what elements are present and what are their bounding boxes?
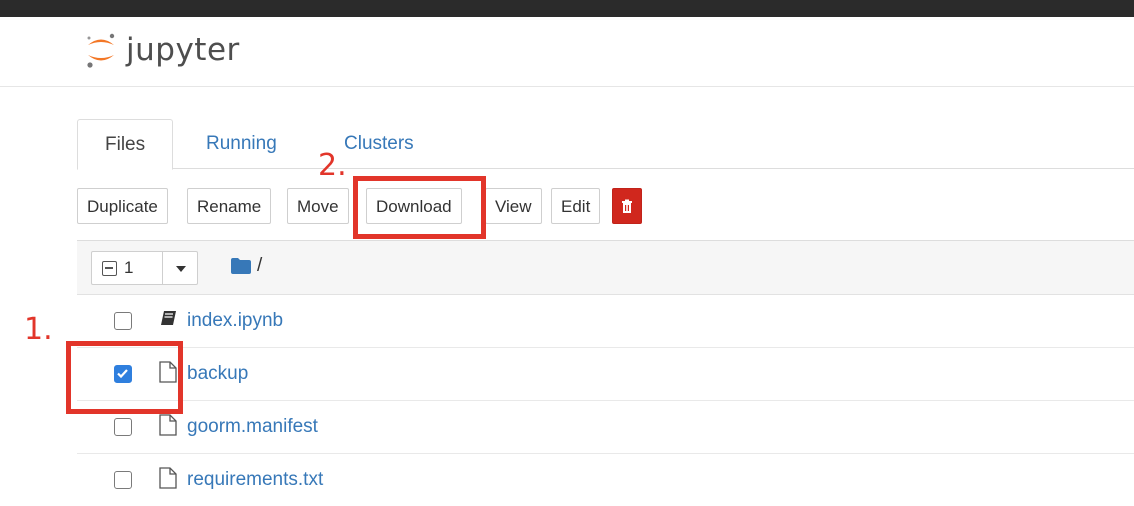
annotation-step-1-label: 1. bbox=[24, 312, 53, 347]
jupyter-logo[interactable]: jupyter bbox=[84, 26, 240, 74]
breadcrumb-root[interactable]: / bbox=[257, 255, 262, 277]
duplicate-button[interactable]: Duplicate bbox=[77, 188, 168, 224]
list-item[interactable]: requirements.txt bbox=[77, 454, 1134, 506]
browser-top-bar bbox=[0, 0, 1134, 17]
file-name[interactable]: index.ipynb bbox=[187, 310, 283, 332]
rename-button[interactable]: Rename bbox=[187, 188, 272, 224]
file-icon bbox=[159, 414, 177, 436]
folder-icon[interactable] bbox=[231, 258, 251, 274]
file-list: 1 / index.ipynb backup goorm.manifest re… bbox=[77, 240, 1134, 506]
caret-down-icon[interactable] bbox=[176, 266, 186, 272]
tab-running[interactable]: Running bbox=[179, 119, 304, 167]
annotation-highlight-checkbox bbox=[66, 341, 183, 414]
selection-dropdown-divider bbox=[162, 252, 163, 284]
file-name[interactable]: requirements.txt bbox=[187, 469, 323, 491]
jupyter-logo-text: jupyter bbox=[126, 32, 240, 68]
row-checkbox[interactable] bbox=[114, 312, 132, 330]
list-item[interactable]: backup bbox=[77, 348, 1134, 401]
tab-files[interactable]: Files bbox=[77, 119, 174, 170]
view-button[interactable]: View bbox=[485, 188, 542, 224]
jupyter-logo-icon bbox=[84, 28, 118, 72]
edit-button[interactable]: Edit bbox=[551, 188, 601, 224]
annotation-step-2-label: 2. bbox=[318, 148, 347, 183]
row-checkbox[interactable] bbox=[114, 471, 132, 489]
notebook-icon bbox=[161, 311, 176, 325]
trash-icon bbox=[622, 199, 632, 213]
file-name[interactable]: backup bbox=[187, 363, 248, 385]
tab-bar: Files Running Clusters bbox=[77, 119, 1134, 170]
row-checkbox[interactable] bbox=[114, 418, 132, 436]
file-name[interactable]: goorm.manifest bbox=[187, 416, 318, 438]
move-button[interactable]: Move bbox=[287, 188, 349, 224]
partial-select-checkbox[interactable] bbox=[102, 261, 117, 276]
list-item[interactable]: index.ipynb bbox=[77, 295, 1134, 348]
file-icon bbox=[159, 467, 177, 489]
file-list-header: 1 / bbox=[77, 241, 1134, 295]
header-divider bbox=[0, 86, 1134, 87]
delete-button[interactable] bbox=[612, 188, 642, 224]
selected-count: 1 bbox=[124, 258, 134, 277]
list-item[interactable]: goorm.manifest bbox=[77, 401, 1134, 454]
select-all-group: 1 bbox=[91, 251, 198, 285]
annotation-highlight-download bbox=[353, 176, 486, 239]
